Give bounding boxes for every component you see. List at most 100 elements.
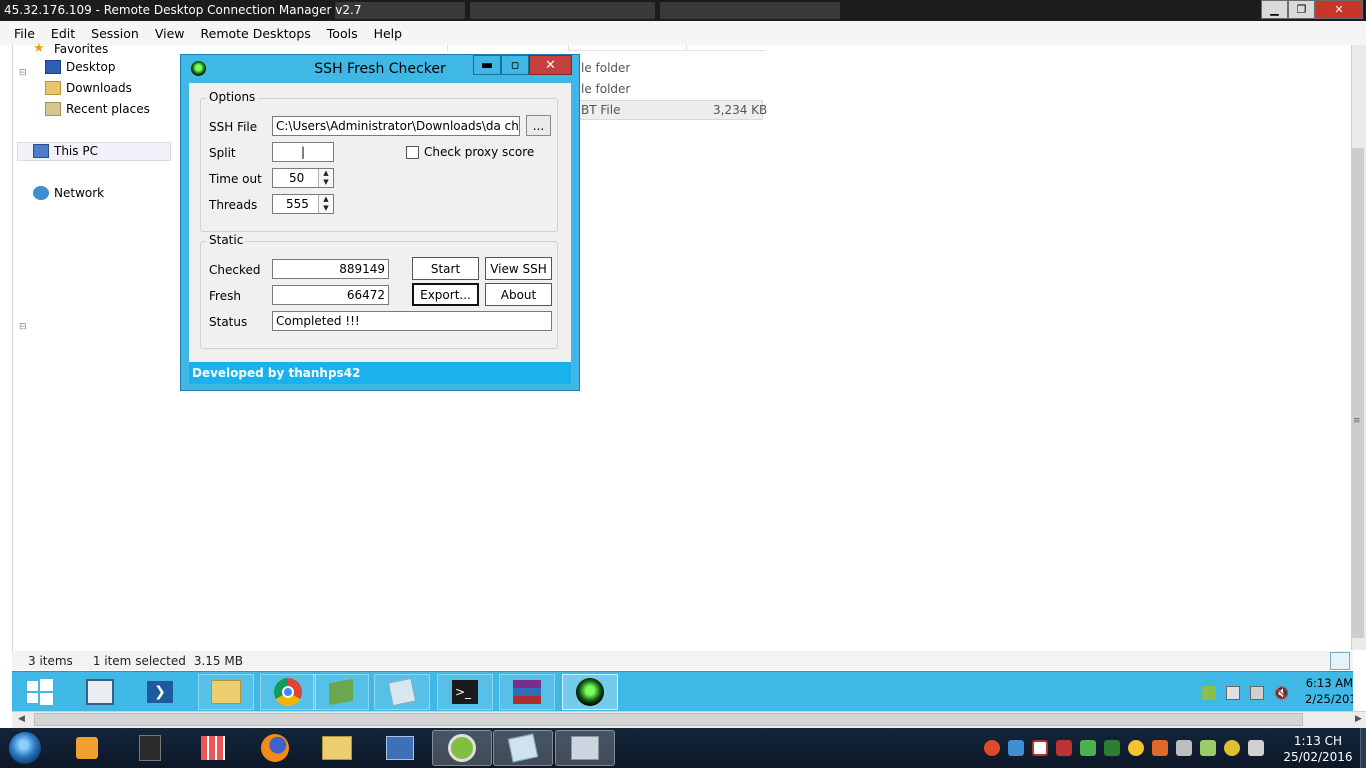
nav-label: Desktop bbox=[66, 60, 116, 74]
tray-display-icon[interactable] bbox=[1250, 686, 1264, 700]
notepad-icon bbox=[387, 677, 417, 707]
local-remote-desktop[interactable] bbox=[370, 730, 430, 766]
taskbar-chrome[interactable] bbox=[260, 674, 316, 710]
check-proxy-score-checkbox[interactable] bbox=[406, 146, 419, 159]
threads-down-icon[interactable]: ▼ bbox=[318, 204, 333, 213]
local-clock[interactable]: 1:13 CH 25/02/2016 bbox=[1276, 733, 1360, 765]
threads-up-icon[interactable]: ▲ bbox=[318, 195, 333, 204]
local-app-film[interactable] bbox=[120, 730, 180, 766]
taskbar-cmd[interactable]: >_ bbox=[437, 674, 493, 710]
ssh-file-input[interactable]: C:\Users\Administrator\Downloads\da chec… bbox=[272, 116, 520, 136]
tray-antivirus-icon[interactable] bbox=[1032, 740, 1048, 756]
menu-tools[interactable]: Tools bbox=[319, 26, 366, 41]
ssh-maximize-button[interactable]: ▫ bbox=[501, 55, 529, 75]
threads-stepper[interactable]: 555 ▲ ▼ bbox=[272, 194, 334, 214]
nav-label: This PC bbox=[54, 144, 98, 158]
status-selected: 1 item selected bbox=[92, 653, 186, 668]
timeout-up-icon[interactable]: ▲ bbox=[318, 169, 333, 178]
nav-desktop[interactable]: Desktop bbox=[45, 57, 116, 77]
tray-upload-icon[interactable] bbox=[984, 740, 1000, 756]
export-button[interactable]: Export... bbox=[412, 283, 479, 306]
scroll-right-icon[interactable]: ▶ bbox=[1355, 714, 1362, 724]
tray-emoji-icon[interactable] bbox=[1128, 740, 1144, 756]
vertical-scrollbar-thumb[interactable] bbox=[1352, 148, 1364, 638]
local-firefox[interactable] bbox=[245, 730, 305, 766]
downloads-folder-icon bbox=[45, 81, 61, 95]
tray-cloud-icon[interactable] bbox=[1008, 740, 1024, 756]
local-start-button[interactable] bbox=[4, 730, 46, 766]
view-ssh-button[interactable]: View SSH bbox=[485, 257, 552, 280]
tray-display-icon[interactable] bbox=[1176, 740, 1192, 756]
about-button[interactable]: About bbox=[485, 283, 552, 306]
check-proxy-score-label[interactable]: Check proxy score bbox=[424, 145, 534, 159]
menu-view[interactable]: View bbox=[147, 26, 193, 41]
menu-help[interactable]: Help bbox=[366, 26, 411, 41]
explorer-status-bar: 3 items 1 item selected 3.15 MB bbox=[12, 651, 1353, 670]
ssh-minimize-button[interactable]: ▬ bbox=[473, 55, 501, 75]
tray-volume-muted-icon[interactable]: 🔇 bbox=[1274, 686, 1289, 700]
taskbar-server-manager[interactable] bbox=[72, 674, 128, 710]
local-explorer[interactable] bbox=[307, 730, 367, 766]
tray-volume-icon[interactable] bbox=[1248, 740, 1264, 756]
tray-sync-icon[interactable] bbox=[1080, 740, 1096, 756]
scroll-left-icon[interactable]: ◀ bbox=[18, 714, 25, 724]
taskbar-app-green[interactable] bbox=[313, 674, 369, 710]
taskbar-winrar[interactable] bbox=[499, 674, 555, 710]
local-rdcman[interactable] bbox=[555, 730, 615, 766]
show-desktop-button[interactable] bbox=[1360, 728, 1366, 768]
nav-network[interactable]: Network bbox=[33, 183, 104, 203]
expand-icon[interactable]: ⊟ bbox=[19, 322, 27, 332]
horizontal-scrollbar-thumb[interactable] bbox=[34, 713, 1303, 726]
local-app-grid[interactable] bbox=[183, 730, 243, 766]
tray-network-icon[interactable] bbox=[1152, 740, 1168, 756]
host-maximize-button[interactable]: ❐ bbox=[1288, 0, 1315, 19]
tray-app-icon[interactable] bbox=[1056, 740, 1072, 756]
browse-button[interactable]: ... bbox=[526, 115, 551, 136]
nav-this-pc[interactable]: This PC bbox=[33, 141, 98, 161]
expand-icon[interactable]: ⊟ bbox=[19, 68, 27, 78]
taskbar-file-explorer[interactable] bbox=[198, 674, 254, 710]
media-player-icon bbox=[76, 737, 98, 759]
tray-user-icon[interactable] bbox=[1224, 740, 1240, 756]
local-media-player[interactable] bbox=[57, 730, 117, 766]
local-clock-date: 25/02/2016 bbox=[1283, 750, 1353, 764]
file-size: 3,234 KB bbox=[713, 103, 768, 117]
taskbar-ssh-fresh-checker[interactable] bbox=[562, 674, 618, 710]
local-app-active-1[interactable] bbox=[432, 730, 492, 766]
status-label: Status bbox=[209, 315, 248, 329]
notepad-icon bbox=[507, 733, 539, 763]
nav-label: Recent places bbox=[66, 102, 150, 116]
threads-label: Threads bbox=[209, 198, 258, 212]
tray-security-icon[interactable] bbox=[1202, 686, 1216, 700]
start-button[interactable]: Start bbox=[412, 257, 479, 280]
server-manager-icon bbox=[86, 679, 114, 705]
taskbar-powershell[interactable]: ❯ bbox=[132, 674, 188, 710]
menu-remote-desktops[interactable]: Remote Desktops bbox=[193, 26, 319, 41]
taskbar-app-notes[interactable] bbox=[374, 674, 430, 710]
host-minimize-button[interactable]: ▁ bbox=[1261, 0, 1288, 19]
details-view-icon[interactable] bbox=[1330, 652, 1350, 670]
local-app-active-2[interactable] bbox=[493, 730, 553, 766]
timeout-down-icon[interactable]: ▼ bbox=[318, 178, 333, 187]
tray-tool-icon[interactable] bbox=[1104, 740, 1120, 756]
timeout-value: 50 bbox=[289, 171, 305, 185]
remote-clock[interactable]: 6:13 AM 2/25/2016 bbox=[1305, 675, 1353, 707]
background-tab bbox=[470, 2, 655, 19]
host-close-button[interactable]: ✕ bbox=[1315, 0, 1363, 19]
remote-clock-time: 6:13 AM bbox=[1305, 676, 1353, 690]
host-window-title: 45.32.176.109 - Remote Desktop Connectio… bbox=[4, 3, 362, 17]
column-divider bbox=[447, 45, 448, 51]
nav-downloads[interactable]: Downloads bbox=[45, 78, 132, 98]
nav-recent-places[interactable]: Recent places bbox=[45, 99, 150, 119]
ssh-checker-icon bbox=[576, 678, 604, 706]
nav-favorites[interactable]: ★ Favorites bbox=[33, 39, 108, 59]
tray-signal-icon[interactable] bbox=[1200, 740, 1216, 756]
ssh-window-titlebar[interactable]: SSH Fresh Checker ▬ ▫ ✕ bbox=[181, 55, 579, 83]
start-button[interactable] bbox=[12, 674, 68, 710]
tray-network-off-icon[interactable] bbox=[1226, 686, 1240, 700]
timeout-stepper[interactable]: 50 ▲ ▼ bbox=[272, 168, 334, 188]
split-input[interactable]: | bbox=[272, 142, 334, 162]
archive-icon bbox=[513, 680, 541, 704]
ssh-close-button[interactable]: ✕ bbox=[529, 55, 572, 75]
remote-taskbar: ❯ >_ 🔇 6:13 AM 2/25/2016 bbox=[12, 671, 1353, 711]
